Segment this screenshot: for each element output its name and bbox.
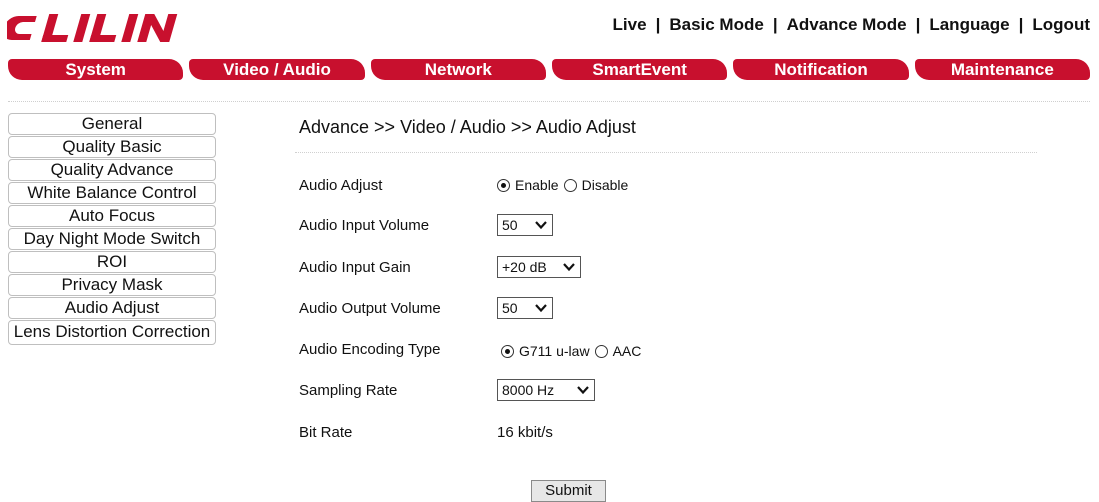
sidebar-item-general[interactable]: General xyxy=(8,113,216,135)
chevron-down-icon xyxy=(535,304,547,313)
bit-rate-value: 16 kbit/s xyxy=(497,424,553,441)
audio-adjust-label: Audio Adjust xyxy=(299,177,383,194)
audio-input-gain-label: Audio Input Gain xyxy=(299,259,411,276)
nav-basic-mode-link[interactable]: Basic Mode xyxy=(669,15,763,34)
audio-input-volume-label: Audio Input Volume xyxy=(299,217,430,234)
lilin-logo-icon xyxy=(7,14,178,42)
sidebar-item-white-balance-control[interactable]: White Balance Control xyxy=(8,182,216,204)
tab-system[interactable]: System xyxy=(8,59,184,80)
tab-video-audio[interactable]: Video / Audio xyxy=(189,59,365,80)
divider xyxy=(8,101,1090,102)
top-navigation: Live | Basic Mode | Advance Mode | Language | Lo… xyxy=(613,15,1090,35)
tab-network[interactable]: Network xyxy=(370,59,546,80)
encoding-g711-radio[interactable] xyxy=(501,344,514,358)
sampling-rate-label: Sampling Rate xyxy=(299,382,398,399)
sidebar: General Quality Basic Quality Advance Wh… xyxy=(8,113,216,346)
nav-separator: | xyxy=(1018,15,1024,34)
nav-separator: | xyxy=(772,15,778,34)
encoding-aac-radio[interactable] xyxy=(594,344,608,358)
sampling-rate-value: 8000 Hz xyxy=(502,382,555,398)
tab-smartevent[interactable]: SmartEvent xyxy=(551,59,728,80)
sidebar-item-day-night-mode-switch[interactable]: Day Night Mode Switch xyxy=(8,228,216,250)
sampling-rate-select[interactable]: 8000 Hz xyxy=(497,379,595,401)
audio-input-volume-value: 50 xyxy=(502,217,518,233)
sidebar-item-lens-distortion-correction[interactable]: Lens Distortion Correction xyxy=(8,320,216,345)
sidebar-item-quality-advance[interactable]: Quality Advance xyxy=(8,159,216,181)
audio-output-volume-value: 50 xyxy=(502,300,518,316)
sidebar-item-roi[interactable]: ROI xyxy=(8,251,216,273)
audio-encoding-label: Audio Encoding Type xyxy=(299,341,441,358)
sidebar-item-privacy-mask[interactable]: Privacy Mask xyxy=(8,274,216,296)
nav-language-link[interactable]: Language xyxy=(929,15,1009,34)
sidebar-item-auto-focus[interactable]: Auto Focus xyxy=(8,205,216,227)
audio-output-volume-label: Audio Output Volume xyxy=(299,300,441,317)
chevron-down-icon xyxy=(577,386,589,395)
encoding-aac-label: AAC xyxy=(612,343,642,359)
chevron-down-icon xyxy=(535,221,547,230)
audio-adjust-enable-label: Enable xyxy=(515,177,559,193)
tab-maintenance[interactable]: Maintenance xyxy=(914,59,1090,80)
sidebar-item-quality-basic[interactable]: Quality Basic xyxy=(8,136,216,158)
divider xyxy=(295,152,1037,153)
audio-output-volume-select[interactable]: 50 xyxy=(497,297,553,319)
nav-logout-link[interactable]: Logout xyxy=(1032,15,1090,34)
chevron-down-icon xyxy=(563,263,575,272)
audio-input-gain-select[interactable]: +20 dB xyxy=(497,256,581,278)
sidebar-item-audio-adjust[interactable]: Audio Adjust xyxy=(8,297,216,319)
nav-live-link[interactable]: Live xyxy=(613,15,647,34)
nav-advance-mode-link[interactable]: Advance Mode xyxy=(787,15,907,34)
tab-notification[interactable]: Notification xyxy=(733,59,909,80)
audio-adjust-disable-radio[interactable] xyxy=(563,178,577,192)
bit-rate-label: Bit Rate xyxy=(299,424,353,441)
audio-input-gain-value: +20 dB xyxy=(502,259,547,275)
breadcrumb: Advance >> Video / Audio >> Audio Adjust xyxy=(299,117,636,137)
nav-separator: | xyxy=(915,15,921,34)
main-tabs: System Video / Audio Network SmartEvent … xyxy=(8,59,1090,80)
audio-adjust-disable-label: Disable xyxy=(581,177,629,193)
audio-adjust-enable-radio[interactable] xyxy=(497,178,510,192)
encoding-g711-label: G711 u-law xyxy=(519,343,590,359)
nav-separator: | xyxy=(655,15,661,34)
audio-input-volume-select[interactable]: 50 xyxy=(497,214,553,236)
